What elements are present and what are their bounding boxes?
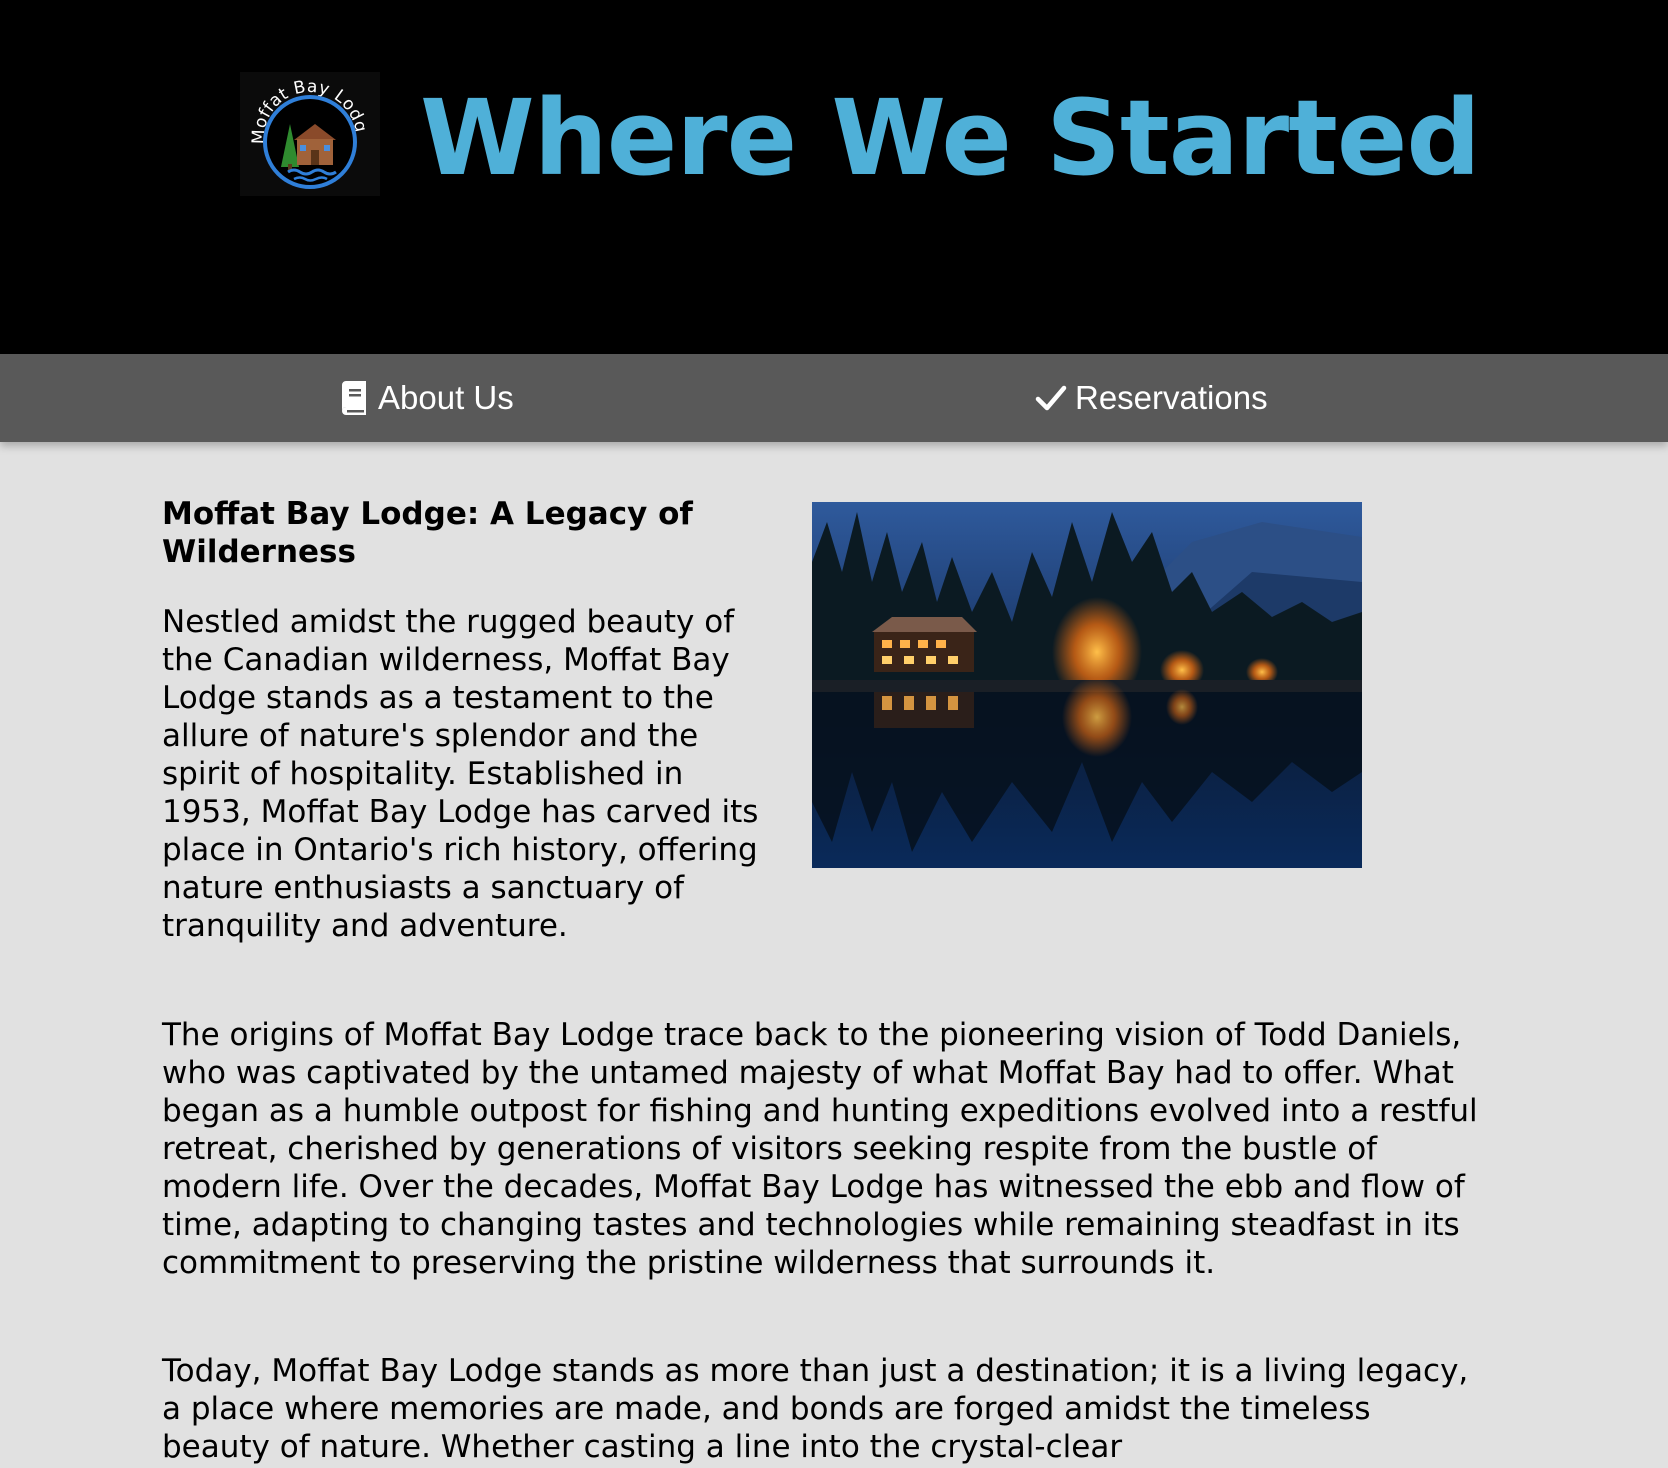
nav-about-us-label: About Us [378, 379, 514, 416]
section-heading: Moffat Bay Lodge: A Legacy of Wilderness [162, 496, 693, 570]
book-icon [338, 380, 370, 416]
lodge-logo-graphic: Moffat Bay Lodge [235, 57, 370, 189]
paragraph-origins: The origins of Moffat Bay Lodge trace ba… [162, 1017, 1478, 1281]
paragraph-today: Today, Moffat Bay Lodge stands as more t… [162, 1353, 1469, 1465]
main-navigation: About Us Reservations [0, 354, 1668, 442]
lodge-lake-night-photo [812, 502, 1362, 868]
lodge-logo[interactable]: Moffat Bay Lodge [235, 57, 380, 196]
nav-reservations[interactable]: Reservations [1035, 354, 1268, 442]
site-header: Moffat Bay Lodge Where We Started [0, 0, 1668, 354]
nav-reservations-label: Reservations [1075, 379, 1268, 416]
checkmark-icon [1035, 380, 1067, 416]
paragraph-intro: Nestled amidst the rugged beauty of the … [162, 604, 759, 944]
page-title: Where We Started [420, 77, 1481, 199]
nav-about-us[interactable]: About Us [338, 354, 514, 442]
